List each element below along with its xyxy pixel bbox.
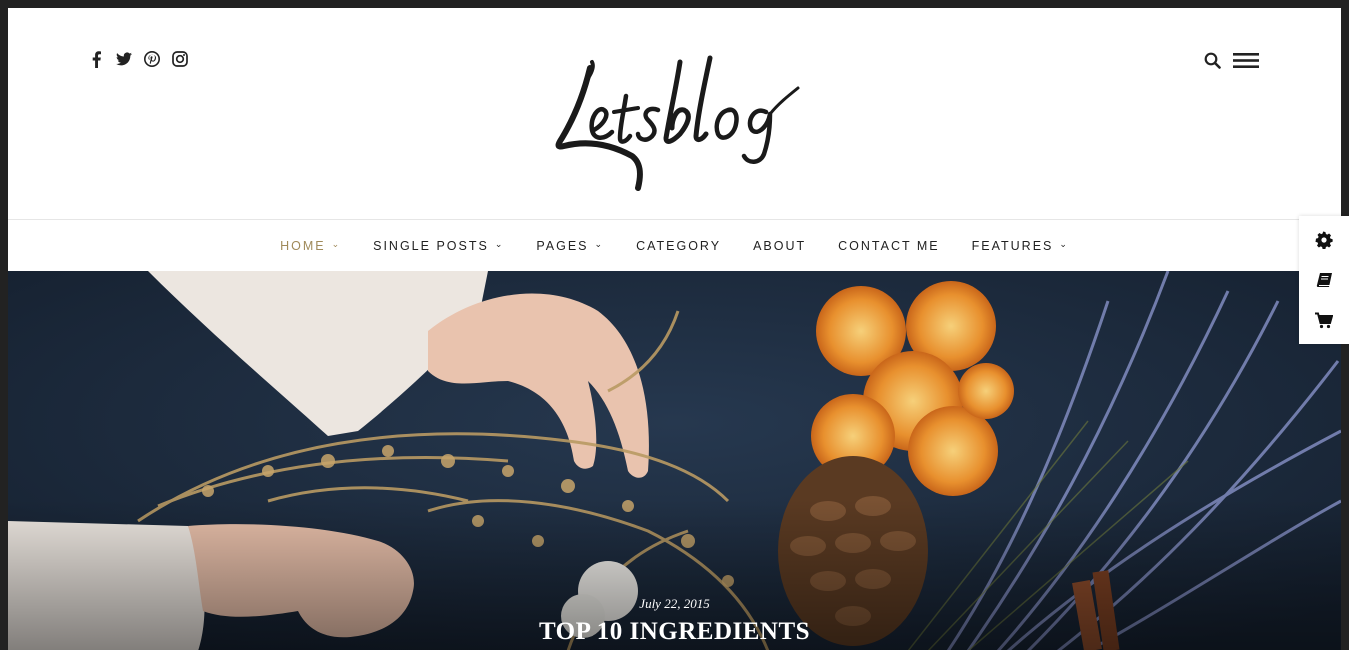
nav-item-about[interactable]: ABOUT <box>737 239 822 253</box>
nav-item-category[interactable]: CATEGORY <box>620 239 737 253</box>
nav-item-features[interactable]: FEATURES ⌄ <box>956 239 1085 253</box>
social-links <box>88 50 188 68</box>
nav-item-pages[interactable]: PAGES ⌄ <box>520 239 620 253</box>
main-nav: HOME ⌄ SINGLE POSTS ⌄ PAGES ⌄ CATEGORY A… <box>8 220 1341 272</box>
page: HOME ⌄ SINGLE POSTS ⌄ PAGES ⌄ CATEGORY A… <box>8 8 1341 650</box>
nav-item-label: CATEGORY <box>636 238 722 253</box>
header-tools <box>1204 52 1259 69</box>
nav-item-label: CONTACT ME <box>838 238 940 253</box>
chevron-down-icon: ⌄ <box>331 239 342 249</box>
site-logo[interactable] <box>548 48 808 198</box>
nav-item-single-posts[interactable]: SINGLE POSTS ⌄ <box>357 239 520 253</box>
nav-item-label: FEATURES <box>971 238 1054 253</box>
site-header <box>8 8 1341 220</box>
nav-item-home[interactable]: HOME ⌄ <box>264 239 357 253</box>
book-icon[interactable] <box>1316 272 1333 289</box>
nav-item-contact-me[interactable]: CONTACT ME <box>822 239 955 253</box>
hero-featured-post[interactable]: July 22, 2015 TOP 10 INGREDIENTS <box>8 271 1341 650</box>
post-title[interactable]: TOP 10 INGREDIENTS <box>8 618 1341 646</box>
nav-item-label: SINGLE POSTS <box>373 238 489 253</box>
hero-meta: July 22, 2015 TOP 10 INGREDIENTS <box>8 596 1341 646</box>
gear-icon[interactable] <box>1315 231 1333 250</box>
pinterest-icon[interactable] <box>144 50 160 68</box>
twitter-icon[interactable] <box>116 50 132 68</box>
instagram-icon[interactable] <box>172 50 188 68</box>
chevron-down-icon: ⌄ <box>594 239 605 249</box>
chevron-down-icon: ⌄ <box>1059 239 1069 249</box>
nav-item-label: PAGES <box>536 238 589 253</box>
search-icon[interactable] <box>1204 52 1221 69</box>
menu-icon[interactable] <box>1233 52 1259 69</box>
chevron-down-icon: ⌄ <box>494 239 505 249</box>
cart-icon[interactable] <box>1315 312 1333 329</box>
nav-item-label: ABOUT <box>753 238 807 253</box>
post-date: July 22, 2015 <box>639 596 710 611</box>
hero-image <box>8 271 1341 650</box>
facebook-icon[interactable] <box>88 50 104 68</box>
side-panel <box>1299 216 1349 344</box>
nav-item-label: HOME <box>280 238 326 253</box>
